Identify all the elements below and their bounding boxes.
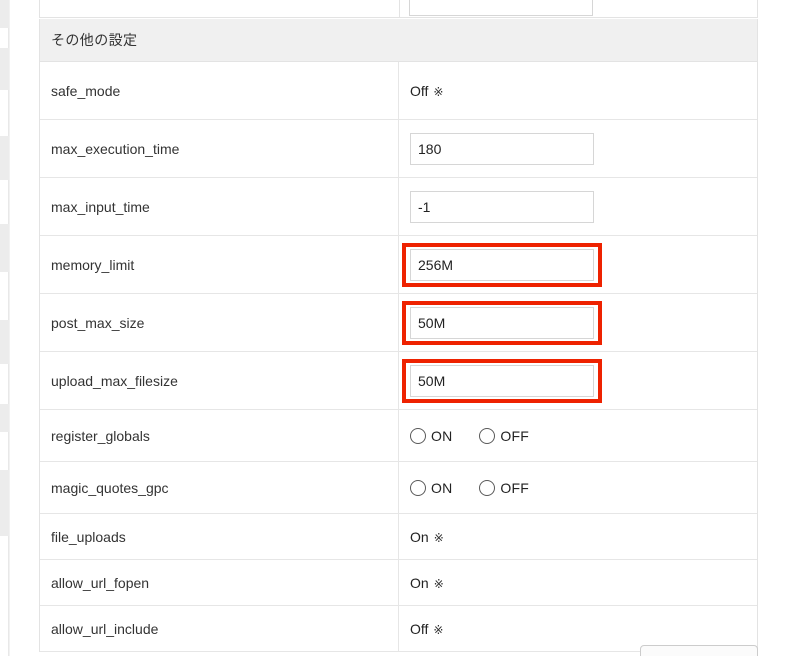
annotated-input-wrapper bbox=[402, 242, 602, 287]
sidebar-strip-segment bbox=[0, 136, 9, 180]
clipped-text-input[interactable] bbox=[409, 0, 593, 16]
register_globals-radio-on[interactable]: ON bbox=[410, 427, 453, 444]
static-value-text: Off bbox=[410, 82, 429, 99]
setting-name-label: max_execution_time bbox=[51, 140, 180, 157]
sidebar-strip-segment bbox=[0, 404, 9, 432]
setting-name-cell: register_globals bbox=[40, 410, 399, 461]
setting-name-label: register_globals bbox=[51, 427, 150, 444]
max_input_time-input[interactable] bbox=[410, 190, 594, 223]
annotated-input-wrapper bbox=[402, 300, 602, 345]
file_uploads-static-value: On ※ bbox=[410, 529, 444, 545]
setting-name-label: max_input_time bbox=[51, 198, 150, 215]
table-row: allow_url_fopen On ※ bbox=[40, 560, 757, 606]
setting-value-cell: On ※ bbox=[399, 560, 757, 605]
table-row: magic_quotes_gpc ON OFF bbox=[40, 462, 757, 514]
allow_url_include-static-value: Off ※ bbox=[410, 621, 443, 637]
setting-name-label: file_uploads bbox=[51, 528, 126, 545]
radio-button-icon[interactable] bbox=[479, 479, 496, 496]
table-row: max_execution_time bbox=[40, 120, 757, 178]
upload_max_filesize-input[interactable] bbox=[410, 364, 594, 397]
radio-button-icon[interactable] bbox=[410, 479, 426, 496]
setting-name-cell: max_execution_time bbox=[40, 120, 399, 177]
section-header: その他の設定 bbox=[39, 19, 758, 62]
radio-option-label: OFF bbox=[500, 427, 529, 444]
register_globals-radio-group: ON OFF bbox=[410, 427, 529, 444]
setting-name-label: allow_url_fopen bbox=[51, 574, 150, 591]
setting-name-cell: post_max_size bbox=[40, 294, 399, 351]
sidebar-strip-segment bbox=[0, 48, 9, 90]
magic_quotes_gpc-radio-group: ON OFF bbox=[410, 479, 529, 496]
setting-name-label: magic_quotes_gpc bbox=[51, 479, 169, 496]
static-value-text: On bbox=[410, 528, 429, 545]
footer-submit-button[interactable] bbox=[640, 645, 758, 656]
php-settings-page: その他の設定 safe_mode Off ※ max_execution_timema… bbox=[0, 0, 800, 656]
setting-name-cell: allow_url_fopen bbox=[40, 560, 399, 605]
setting-name-label: upload_max_filesize bbox=[51, 372, 178, 389]
sidebar-strip-segment bbox=[0, 0, 9, 28]
static-value-text: Off bbox=[410, 620, 429, 637]
radio-option-label: ON bbox=[431, 427, 453, 444]
annotated-input-wrapper bbox=[402, 358, 602, 403]
table-row: upload_max_filesize bbox=[40, 352, 757, 410]
setting-value-cell: ON OFF bbox=[399, 410, 757, 461]
setting-name-label: memory_limit bbox=[51, 256, 135, 273]
page-gutter bbox=[9, 0, 39, 656]
max_execution_time-input[interactable] bbox=[410, 132, 594, 165]
allow_url_fopen-static-value: On ※ bbox=[410, 575, 444, 591]
section-header-title: その他の設定 bbox=[51, 32, 138, 48]
setting-value-cell: On ※ bbox=[399, 514, 757, 559]
setting-value-cell bbox=[399, 294, 757, 351]
clipped-previous-row bbox=[39, 0, 758, 18]
radio-button-icon[interactable] bbox=[410, 427, 426, 444]
settings-table: safe_mode Off ※ max_execution_time max_input… bbox=[39, 62, 758, 652]
sidebar-strip-segment bbox=[0, 224, 9, 272]
setting-value-cell bbox=[399, 178, 757, 235]
setting-value-cell: ON OFF bbox=[399, 462, 757, 513]
setting-name-cell: allow_url_include bbox=[40, 606, 399, 651]
sidebar-strip-segment bbox=[0, 320, 9, 364]
table-row: safe_mode Off ※ bbox=[40, 62, 757, 120]
setting-name-cell: safe_mode bbox=[40, 62, 399, 119]
magic_quotes_gpc-radio-on[interactable]: ON bbox=[410, 479, 453, 496]
reference-mark-icon: ※ bbox=[433, 576, 444, 591]
reference-mark-icon: ※ bbox=[433, 530, 444, 545]
setting-name-label: allow_url_include bbox=[51, 620, 159, 637]
setting-name-cell: memory_limit bbox=[40, 236, 399, 293]
column-divider bbox=[399, 0, 400, 18]
setting-value-cell bbox=[399, 236, 757, 293]
radio-option-label: ON bbox=[431, 479, 453, 496]
static-value-text: On bbox=[410, 574, 429, 591]
table-row: register_globals ON OFF bbox=[40, 410, 757, 462]
register_globals-radio-off[interactable]: OFF bbox=[479, 427, 529, 444]
table-row: file_uploads On ※ bbox=[40, 514, 757, 560]
setting-value-cell bbox=[399, 120, 757, 177]
radio-option-label: OFF bbox=[500, 479, 529, 496]
setting-name-cell: file_uploads bbox=[40, 514, 399, 559]
gutter-guide-line bbox=[9, 0, 10, 656]
input-wrapper bbox=[410, 132, 594, 165]
reference-mark-icon: ※ bbox=[433, 622, 444, 637]
setting-name-cell: max_input_time bbox=[40, 178, 399, 235]
radio-button-icon[interactable] bbox=[479, 427, 496, 444]
magic_quotes_gpc-radio-off[interactable]: OFF bbox=[479, 479, 529, 496]
setting-value-cell bbox=[399, 352, 757, 409]
table-row: memory_limit bbox=[40, 236, 757, 294]
safe_mode-static-value: Off ※ bbox=[410, 83, 443, 99]
setting-name-label: safe_mode bbox=[51, 82, 121, 99]
setting-name-cell: magic_quotes_gpc bbox=[40, 462, 399, 513]
sidebar-strip-segment bbox=[0, 470, 9, 536]
memory_limit-input[interactable] bbox=[410, 248, 594, 281]
post_max_size-input[interactable] bbox=[410, 306, 594, 339]
setting-name-label: post_max_size bbox=[51, 314, 145, 331]
table-row: post_max_size bbox=[40, 294, 757, 352]
setting-value-cell: Off ※ bbox=[399, 62, 757, 119]
left-sidebar-strip bbox=[0, 0, 9, 656]
table-row: max_input_time bbox=[40, 178, 757, 236]
reference-mark-icon: ※ bbox=[433, 84, 444, 99]
input-wrapper bbox=[410, 190, 594, 223]
setting-name-cell: upload_max_filesize bbox=[40, 352, 399, 409]
